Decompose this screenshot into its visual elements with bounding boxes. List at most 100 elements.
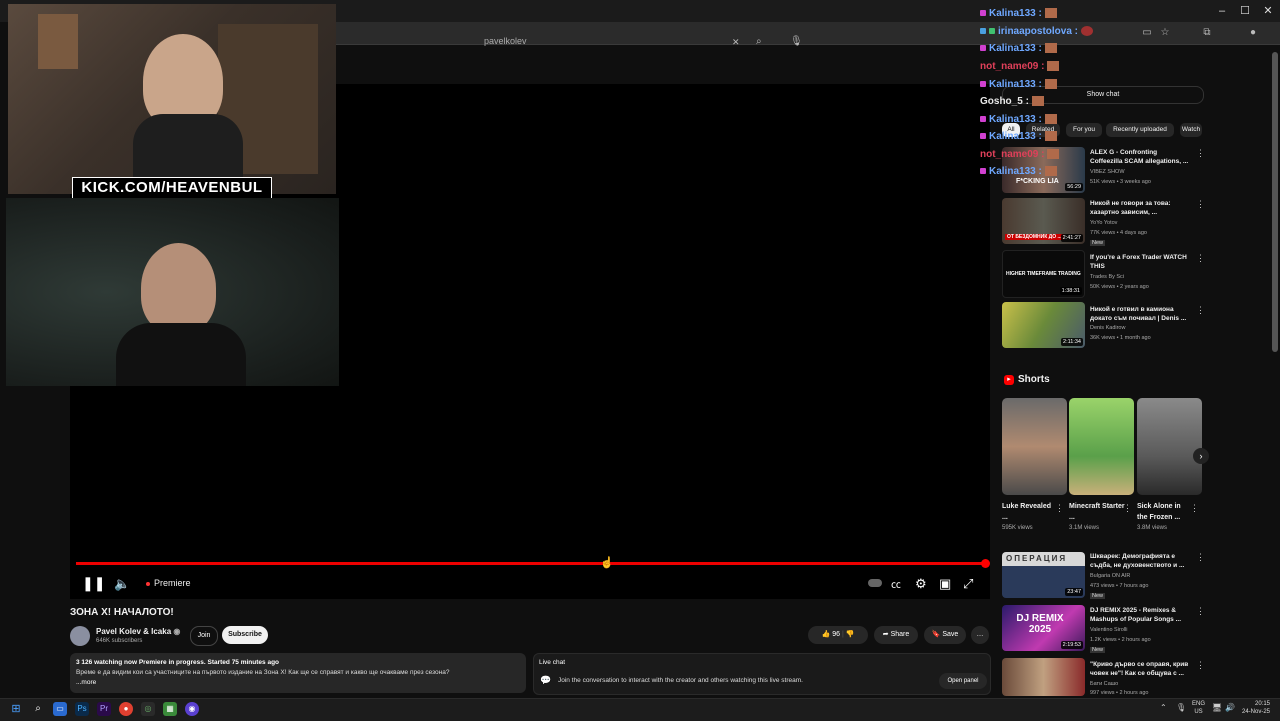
kebab-menu-icon[interactable]: ⋮ [1196, 305, 1205, 316]
autoplay-toggle[interactable] [868, 579, 882, 587]
short-title[interactable]: Luke Revealed ... [1002, 501, 1058, 523]
more-actions-button[interactable]: … [971, 626, 989, 644]
captions-icon[interactable]: ㏄ [891, 576, 901, 591]
chat-message: Kalina133 : [980, 129, 1057, 145]
video-title-link[interactable]: DJ REMIX 2025 - Remixes & Mashups of Pop… [1090, 606, 1190, 624]
video-channel[interactable]: Trades By Sci [1090, 274, 1124, 280]
fullscreen-icon[interactable]: ⤢ [963, 576, 973, 592]
taskbar-app-icon[interactable]: ◎ [141, 702, 155, 716]
video-channel[interactable]: Bulgaria ON AIR [1090, 573, 1130, 579]
photoshop-icon[interactable]: Ps [75, 702, 89, 716]
taskbar-app-icon[interactable]: ▭ [53, 702, 67, 716]
video-channel[interactable]: VIBEZ SHOW [1090, 169, 1125, 175]
save-button[interactable]: 🔖 Save [924, 626, 966, 644]
premiere-pro-icon[interactable]: Pr [97, 702, 111, 716]
video-title-link[interactable]: If you're a Forex Trader WATCH THIS [1090, 253, 1190, 271]
video-title-link[interactable]: Шкварек: Демографията е съдба, не духове… [1090, 552, 1190, 570]
minecraft-icon[interactable]: ▦ [163, 702, 177, 716]
chip-recently-uploaded[interactable]: Recently uploaded [1106, 123, 1174, 137]
page-scrollbar[interactable] [1272, 52, 1278, 352]
video-channel[interactable]: Valentino Sirolli [1090, 627, 1128, 633]
subscribe-button[interactable]: Subscribe [222, 626, 268, 644]
guest-face [141, 243, 216, 333]
scrubber-handle[interactable] [981, 559, 990, 568]
mic-tray-icon[interactable]: 🎙 [1176, 703, 1186, 712]
profile-icon[interactable]: ● [1246, 26, 1260, 40]
windows-start-icon[interactable]: ⊞ [9, 702, 23, 716]
chat-username: Gosho_5 : [980, 96, 1029, 107]
settings-gear-icon[interactable]: ⚙ [915, 576, 927, 592]
shorts-next-arrow-icon[interactable]: › [1193, 448, 1209, 464]
chip-for-you[interactable]: For you [1066, 123, 1102, 137]
network-icon[interactable]: 🖥 [1212, 703, 1222, 712]
video-thumbnail[interactable]: HIGHER TIMEFRAME TRADING 1:38:31 [1002, 250, 1085, 298]
short-thumbnail[interactable] [1069, 398, 1134, 495]
chat-message: not_name09 : [980, 147, 1060, 163]
close-button[interactable]: ✕ [1254, 2, 1280, 20]
short-title[interactable]: Sick Alone in the Frozen ... [1137, 501, 1193, 523]
kebab-menu-icon[interactable]: ⋮ [1196, 199, 1205, 210]
chip-watched[interactable]: Watch [1180, 123, 1202, 137]
video-title-link[interactable]: Никой е готвил в камиона докато съм почи… [1090, 305, 1190, 323]
description-more-link[interactable]: ...more [76, 679, 96, 686]
kebab-menu-icon[interactable]: ⋮ [1123, 503, 1132, 514]
like-count[interactable]: 96 [832, 631, 840, 638]
chat-message: Gosho_5 : [980, 94, 1044, 110]
video-title-link[interactable]: Никой не говори за това: хазартно зависи… [1090, 199, 1190, 217]
dislike-icon[interactable]: 👎 [846, 631, 855, 638]
pause-icon[interactable]: ❚❚ [82, 575, 105, 592]
speaker-icon[interactable]: 🔊 [1225, 703, 1235, 712]
video-title-link[interactable]: ALEX G - Confronting Coffeezilla SCAM al… [1090, 148, 1190, 166]
video-thumbnail[interactable] [1002, 658, 1085, 696]
chat-bubble-icon: 💬 [540, 675, 552, 685]
kebab-menu-icon[interactable]: ⋮ [1196, 552, 1205, 563]
short-thumbnail[interactable] [1002, 398, 1067, 495]
miniplayer-icon[interactable]: ▣ [939, 576, 951, 592]
thumbnail-overlay-text: DJ REMIX 2025 [1016, 613, 1064, 635]
open-panel-button[interactable]: Open panel [939, 673, 987, 689]
mic-icon[interactable]: 🎙 [790, 36, 803, 47]
video-channel[interactable]: Бати Сашо [1090, 681, 1118, 687]
clock[interactable]: 20:15 24-Nov-25 [1240, 700, 1270, 716]
chat-message: irinaapostolova : [980, 24, 1094, 40]
video-channel[interactable]: YoYo Yotov [1090, 220, 1117, 226]
star-icon[interactable]: ☆ [1158, 26, 1172, 40]
join-button[interactable]: Join [190, 626, 218, 646]
search-input[interactable]: pavelkolev [484, 36, 744, 50]
clear-search-icon[interactable]: ✕ [732, 37, 740, 48]
language-indicator[interactable]: ENG US [1192, 700, 1205, 716]
address-bar[interactable] [336, 22, 1280, 45]
progress-bar[interactable] [76, 562, 986, 565]
search-icon[interactable]: ⌕ [756, 36, 762, 47]
video-title-link[interactable]: "Криво дърво се оправя, крив човек не"! … [1090, 660, 1194, 678]
channel-avatar[interactable] [70, 626, 90, 646]
video-duration: 2:19:53 [1060, 641, 1083, 649]
kebab-menu-icon[interactable]: ⋮ [1196, 660, 1205, 671]
cast-icon[interactable]: ▭ [1140, 26, 1154, 40]
live-chat-prompt: Join the conversation to interact with t… [558, 677, 803, 684]
description-box[interactable]: 3 126 watching now Premiere in progress.… [70, 653, 526, 693]
video-thumbnail[interactable]: ОПЕРАЦИЯ 23:47 [1002, 552, 1085, 598]
taskbar-search-icon[interactable]: ⌕ [31, 702, 45, 716]
extensions-icon[interactable]: ⧉ [1200, 26, 1214, 40]
tray-chevron-icon[interactable]: ⌃ [1160, 703, 1167, 712]
video-thumbnail[interactable]: 2:11:34 [1002, 302, 1085, 348]
chat-emote-icon [1047, 61, 1060, 72]
channel-name[interactable]: Pavel Kolev & Icaka ◉ [96, 627, 180, 636]
video-thumbnail[interactable]: DJ REMIX 2025 2:19:53 [1002, 605, 1085, 651]
share-button[interactable]: ➦ Share [874, 626, 918, 644]
kebab-menu-icon[interactable]: ⋮ [1196, 606, 1205, 617]
like-icon[interactable]: 👍 [822, 631, 831, 638]
short-thumbnail[interactable] [1137, 398, 1202, 495]
volume-icon[interactable]: 🔈 [114, 576, 130, 592]
kebab-menu-icon[interactable]: ⋮ [1055, 503, 1064, 514]
kebab-menu-icon[interactable]: ⋮ [1196, 148, 1205, 159]
discord-icon[interactable]: ◉ [185, 702, 199, 716]
kebab-menu-icon[interactable]: ⋮ [1196, 253, 1205, 264]
short-views: 3.1M views [1069, 525, 1100, 531]
chrome-icon[interactable]: ● [119, 702, 133, 716]
video-channel[interactable]: Denis Kadirow [1090, 325, 1125, 331]
short-title[interactable]: Minecraft Starter ... [1069, 501, 1125, 523]
kebab-menu-icon[interactable]: ⋮ [1190, 503, 1199, 514]
video-thumbnail[interactable]: ОТ БЕЗДОМНИК ДО ... 2:41:27 [1002, 198, 1085, 244]
